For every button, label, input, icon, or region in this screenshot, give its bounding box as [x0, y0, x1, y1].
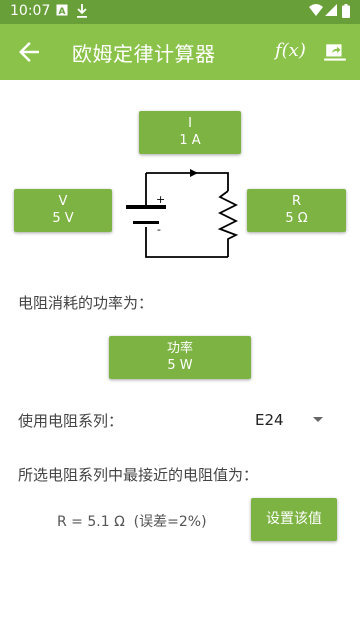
voltage-button[interactable]: V 5 V	[14, 189, 112, 232]
battery-icon	[342, 4, 350, 18]
set-value-button[interactable]: 设置该值	[251, 498, 337, 541]
battery-minus-label: -	[157, 223, 161, 236]
nearest-result: R = 5.1 Ω (误差=2%)	[57, 514, 207, 530]
circuit-diagram: + -	[126, 169, 239, 258]
resistance-value: 5 Ω	[285, 211, 308, 226]
current-value: 1 A	[179, 133, 201, 148]
series-prompt: 使用电阻系列：	[18, 412, 124, 430]
a-notification-icon: A	[56, 4, 68, 16]
status-time: 10:07	[10, 3, 51, 19]
power-prompt: 电阻消耗的功率为：	[18, 294, 154, 312]
power-name: 功率	[166, 341, 193, 356]
power-value: 5 W	[167, 358, 193, 373]
cell-signal-icon	[325, 4, 337, 16]
app-bar: 欧姆定律计算器 f(x)	[0, 24, 360, 80]
voltage-value: 5 V	[52, 211, 74, 226]
current-name: I	[188, 116, 192, 131]
battery-plus-label: +	[156, 193, 165, 206]
status-bar: 10:07 A	[0, 0, 360, 24]
share-icon[interactable]	[322, 39, 348, 65]
current-arrow-icon	[190, 169, 198, 177]
download-icon	[77, 4, 87, 18]
wifi-icon	[309, 4, 323, 16]
battery-symbol	[126, 205, 166, 224]
voltage-name: V	[58, 194, 68, 209]
circuit-wire-top	[146, 172, 229, 191]
function-button[interactable]: f(x)	[275, 40, 306, 61]
dropdown-caret-icon	[313, 417, 323, 422]
back-arrow-icon[interactable]	[14, 37, 44, 67]
nearest-prompt: 所选电阻系列中最接近的电阻值为：	[18, 466, 259, 484]
resistance-name: R	[291, 194, 302, 209]
series-dropdown[interactable]: E24	[255, 408, 335, 432]
svg-text:A: A	[59, 7, 66, 16]
current-button[interactable]: I 1 A	[139, 111, 241, 154]
resistor-symbol	[217, 190, 239, 257]
power-button[interactable]: 功率 5 W	[109, 336, 251, 379]
resistance-button[interactable]: R 5 Ω	[247, 189, 346, 232]
series-selected: E24	[255, 411, 284, 429]
app-title: 欧姆定律计算器	[72, 42, 216, 66]
